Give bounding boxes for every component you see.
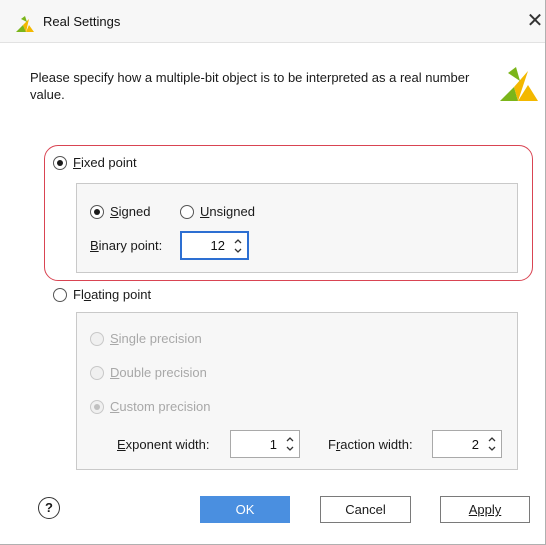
radio-circle <box>180 204 194 219</box>
close-button[interactable]: ✕ <box>524 8 546 34</box>
binary-point-label: Binary point: <box>90 238 163 253</box>
radio-circle <box>90 365 104 380</box>
unsigned-label: Unsigned <box>200 204 255 219</box>
apply-label: Apply <box>468 502 502 517</box>
spin-arrows-icon[interactable] <box>232 235 244 257</box>
cancel-button[interactable]: Cancel <box>320 496 411 523</box>
spin-arrows-icon[interactable] <box>284 433 296 455</box>
help-button[interactable]: ? <box>38 497 60 519</box>
custom-precision-radio[interactable]: Custom precision <box>90 399 210 414</box>
apply-button[interactable]: Apply <box>440 496 530 523</box>
fraction-width-value: 2 <box>471 436 479 452</box>
floating-point-label: Floating point <box>73 287 152 302</box>
binary-point-value: 12 <box>210 238 225 253</box>
custom-precision-label: Custom precision <box>110 399 211 414</box>
double-precision-label: Double precision <box>110 365 207 380</box>
description-text: Please specify how a multiple-bit object… <box>30 70 470 102</box>
exponent-width-label: Exponent width: <box>117 437 210 452</box>
single-precision-radio[interactable]: Single precision <box>90 331 202 346</box>
unsigned-radio[interactable]: Unsigned <box>180 204 255 219</box>
fixed-point-radio[interactable]: Fixed point <box>53 155 137 170</box>
title-bar: Real Settings ✕ <box>0 0 545 43</box>
floating-point-radio[interactable]: Floating point <box>53 287 151 302</box>
vivado-logo-icon <box>500 67 538 101</box>
exponent-width-spinner[interactable]: 1 <box>230 430 300 458</box>
radio-circle <box>90 204 104 219</box>
radio-circle <box>53 155 67 170</box>
fixed-point-group <box>76 183 518 273</box>
radio-circle <box>90 399 104 414</box>
signed-radio[interactable]: Signed <box>90 204 150 219</box>
fixed-point-label: Fixed point <box>73 155 137 170</box>
single-precision-label: Single precision <box>110 331 202 346</box>
signed-label: Signed <box>110 204 151 219</box>
real-settings-dialog: Real Settings ✕ Please specify how a mul… <box>0 0 546 545</box>
double-precision-radio[interactable]: Double precision <box>90 365 207 380</box>
ok-button[interactable]: OK <box>200 496 290 523</box>
spin-arrows-icon[interactable] <box>486 433 498 455</box>
fraction-width-label: Fraction width: <box>328 437 413 452</box>
radio-circle <box>90 331 104 346</box>
binary-point-spinner[interactable]: 12 <box>180 231 249 260</box>
window-title: Real Settings <box>43 14 121 29</box>
exponent-width-value: 1 <box>269 436 277 452</box>
radio-circle <box>53 287 67 302</box>
vivado-logo-icon <box>16 16 34 32</box>
fraction-width-spinner[interactable]: 2 <box>432 430 502 458</box>
